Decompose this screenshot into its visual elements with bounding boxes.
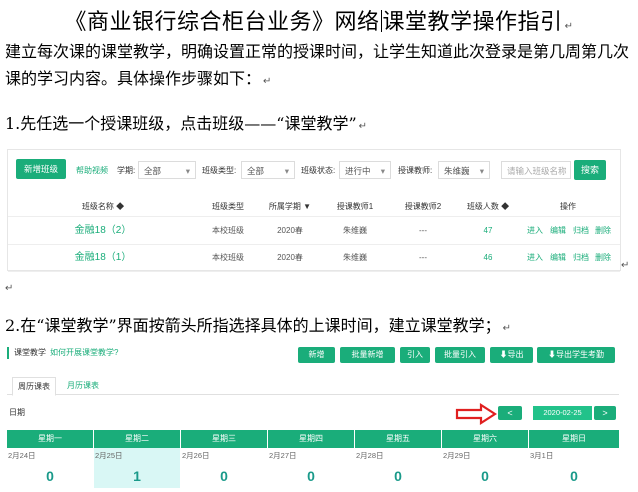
step1-heading: 1.先任选一个授课班级，点击班级——“课堂教学” ↵ (5, 114, 368, 133)
day-cell[interactable]: 2月27日 0 (268, 448, 354, 488)
chevron-down-icon: ▾ (380, 166, 385, 176)
download-icon: ⬇ (548, 350, 556, 359)
day-cell[interactable]: 2月28日 0 (355, 448, 441, 488)
tab-month-calendar[interactable]: 月历课表 (62, 377, 104, 394)
title-part-b: 课堂教学操作指引 (382, 10, 563, 35)
search-button[interactable]: 搜索 (574, 160, 606, 180)
calendar-tabs: 周历课表 月历课表 (7, 377, 619, 396)
class-name-link[interactable]: 金融18（1） (48, 244, 158, 271)
edit-link[interactable]: 编辑 (548, 217, 568, 244)
day-cell[interactable]: 2月29日 0 (442, 448, 528, 488)
weekday-header: 星期六 (442, 430, 528, 448)
class-name-search-input[interactable]: 请输入班级名称 (501, 161, 571, 179)
column-header: 操作 (560, 202, 576, 211)
term-select[interactable]: 全部 ▾ (138, 161, 196, 179)
weekday-header: 星期二 (94, 430, 180, 448)
download-icon: ⬇ (499, 350, 508, 359)
help-link[interactable]: 如何开展课堂教学? (50, 348, 118, 357)
class-status-select[interactable]: 进行中 ▾ (339, 161, 391, 179)
document-title: 《商业银行综合柜台业务》网络 课堂教学操作指引 ↵ (0, 4, 638, 36)
table-row: 金融18（2） 本校班级 2020春 朱维巍 --- 47 进入 编辑 归档 删… (8, 217, 620, 245)
chevron-down-icon: ▾ (284, 166, 289, 176)
teacher-select[interactable]: 朱维巍 ▾ (438, 161, 490, 179)
table-header: 班级名称 ◆ 班级类型 所属学期 ▼ 授课教师1 授课教师2 班级人数 ◆ 操作 (8, 198, 620, 217)
help-video-link[interactable]: 帮助视频 (76, 165, 108, 176)
class-status-label: 班级状态: (301, 166, 336, 175)
weekday-header: 星期日 (529, 430, 619, 448)
enter-link[interactable]: 进入 (525, 217, 545, 244)
column-header: 授课教师1 (336, 202, 374, 211)
breadcrumb: 课堂教学 如何开展课堂教学? (7, 347, 118, 359)
weekday-header: 星期一 (7, 430, 93, 448)
term-filter-label: 学期: (117, 166, 136, 175)
table-row: 金融18（1） 本校班级 2020春 朱维巍 --- 46 进入 编辑 归档 删… (8, 244, 620, 272)
enter-link[interactable]: 进入 (525, 244, 545, 271)
chevron-down-icon: ▾ (479, 166, 484, 176)
current-date-picker[interactable]: 2020-02-25 (533, 406, 592, 420)
column-header[interactable]: 班级人数 ◆ (458, 198, 518, 216)
title-part-a: 《商业银行综合柜台业务》网络 (64, 10, 380, 35)
archive-link[interactable]: 归档 (571, 217, 591, 244)
teacher-filter-label: 授课教师: (398, 166, 433, 175)
column-header: 班级类型 (212, 202, 244, 211)
paragraph-mark: ↵ (621, 260, 630, 271)
column-header[interactable]: 班级名称 ◆ (48, 198, 158, 216)
add-class-button[interactable]: 新增班级 (16, 159, 66, 179)
red-arrow-icon (455, 403, 497, 425)
edit-link[interactable]: 编辑 (548, 244, 568, 271)
import-button[interactable]: 引入 (400, 347, 430, 363)
prev-week-button[interactable]: < (498, 406, 522, 420)
add-button[interactable]: 新增 (298, 347, 335, 363)
weekday-header: 星期五 (355, 430, 441, 448)
tab-week-calendar[interactable]: 周历课表 (12, 377, 56, 396)
step2-heading: 2.在“课堂教学”界面按箭头所指选择具体的上课时间，建立课堂教学； ↵ (5, 316, 512, 335)
class-type-label: 班级类型: (202, 166, 237, 175)
weekday-header: 星期三 (181, 430, 267, 448)
intro-paragraph: 建立每次课的课堂教学，明确设置正常的授课时间，让学生知道此次登录是第几周第几次课… (5, 42, 630, 88)
class-name-link[interactable]: 金融18（2） (48, 217, 158, 244)
text-cursor (380, 10, 382, 32)
chevron-down-icon: ▾ (185, 166, 190, 176)
delete-link[interactable]: 删除 (593, 244, 613, 271)
classroom-teaching-screenshot: 课堂教学 如何开展课堂教学? 新增 批量新增 引入 批量引入 ⬇导出 ⬇导出学生考… (7, 343, 619, 492)
batch-import-button[interactable]: 批量引入 (435, 347, 485, 363)
day-cell[interactable]: 3月1日 0 (529, 448, 619, 488)
class-type-select[interactable]: 全部 ▾ (241, 161, 295, 179)
day-cell[interactable]: 2月26日 0 (181, 448, 267, 488)
day-cell-selected[interactable]: 2月25日 1 (94, 448, 180, 488)
column-header: 授课教师2 (404, 202, 442, 211)
paragraph-mark: ↵ (5, 283, 14, 294)
next-week-button[interactable]: > (594, 406, 616, 420)
column-header[interactable]: 所属学期 ▼ (260, 198, 320, 216)
paragraph-mark: ↵ (564, 21, 574, 32)
class-list-screenshot: 新增班级 帮助视频 学期: 全部 ▾ 班级类型: 全部 ▾ 班级状态: 进行中 ▾ 授… (7, 149, 621, 272)
batch-add-button[interactable]: 批量新增 (340, 347, 395, 363)
export-attendance-button[interactable]: ⬇导出学生考勤 (537, 347, 615, 363)
export-button[interactable]: ⬇导出 (490, 347, 533, 363)
delete-link[interactable]: 删除 (593, 217, 613, 244)
archive-link[interactable]: 归档 (571, 244, 591, 271)
date-label: 日期 (9, 408, 25, 417)
weekday-header: 星期四 (268, 430, 354, 448)
day-cell[interactable]: 2月24日 0 (7, 448, 93, 488)
